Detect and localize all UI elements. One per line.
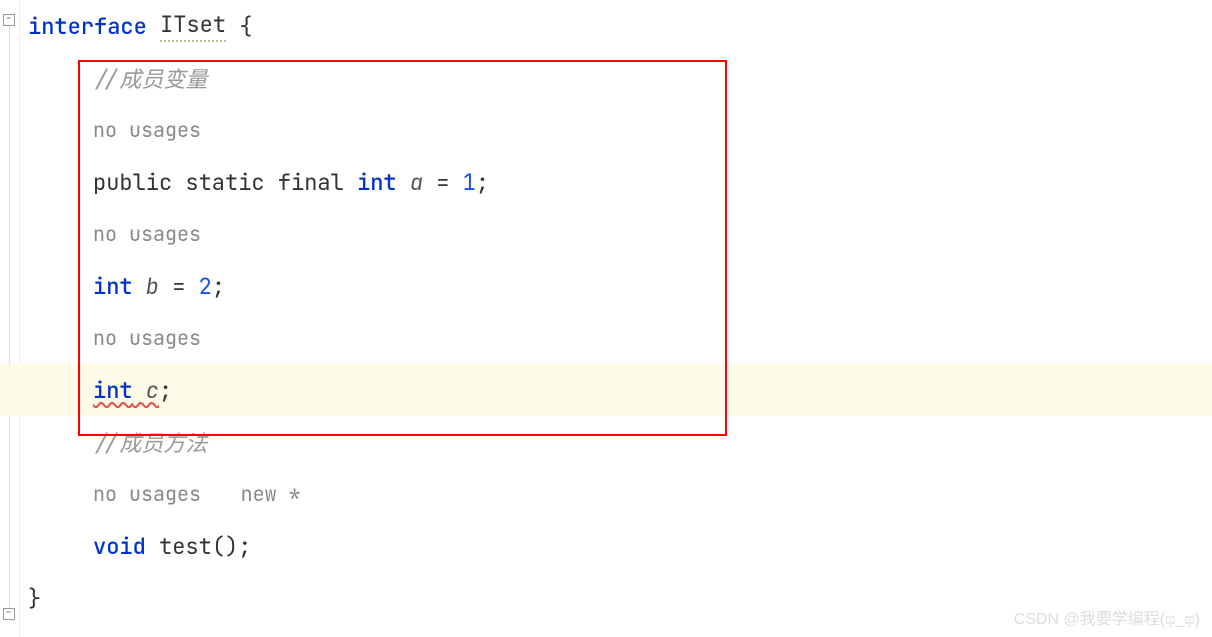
- inlay-hint[interactable]: no usages: [28, 104, 1212, 156]
- code-line-highlighted[interactable]: int c;: [0, 364, 1212, 416]
- semicolon: ;: [476, 168, 489, 197]
- inlay-hint[interactable]: no usages new *: [28, 468, 1212, 520]
- assign: =: [436, 168, 462, 197]
- type-name: ITset: [160, 10, 226, 42]
- code-editor[interactable]: interface ITset { //成员变量 no usages publi…: [28, 0, 1212, 624]
- type-int: int: [93, 376, 133, 405]
- field-name: b: [133, 272, 173, 301]
- keyword-void: void: [93, 532, 146, 561]
- comment: //成员方法: [93, 426, 207, 458]
- code-line[interactable]: void test();: [28, 520, 1212, 572]
- watermark: CSDN @我要学编程(ಥ_ಥ): [1014, 605, 1200, 629]
- field-name: c: [133, 376, 159, 405]
- number-literal: 1: [463, 168, 476, 197]
- code-line[interactable]: public static final int a = 1;: [28, 156, 1212, 208]
- fold-collapse-icon[interactable]: [3, 14, 15, 26]
- semicolon: ;: [212, 272, 225, 301]
- close-brace: }: [28, 584, 41, 613]
- field-name: a: [397, 168, 437, 197]
- semicolon: ;: [238, 532, 251, 561]
- modifiers: public static final: [93, 168, 357, 197]
- inlay-hint[interactable]: no usages: [28, 312, 1212, 364]
- number-literal: 2: [199, 272, 212, 301]
- usages-hint: no usages: [93, 481, 201, 507]
- code-line[interactable]: //成员变量: [28, 52, 1212, 104]
- semicolon: ;: [159, 376, 172, 405]
- usages-hint: no usages: [93, 117, 201, 143]
- open-brace: {: [226, 12, 252, 41]
- usages-hint: no usages: [93, 221, 201, 247]
- parens: (): [212, 532, 238, 561]
- inlay-hint[interactable]: no usages: [28, 208, 1212, 260]
- new-hint: new *: [241, 481, 301, 507]
- usages-hint: no usages: [93, 325, 201, 351]
- code-line[interactable]: int b = 2;: [28, 260, 1212, 312]
- fold-collapse-icon[interactable]: [3, 608, 15, 620]
- code-line[interactable]: //成员方法: [28, 416, 1212, 468]
- fold-line: [9, 26, 10, 608]
- type-int: int: [93, 272, 133, 301]
- code-line[interactable]: interface ITset {: [28, 0, 1212, 52]
- type-int: int: [357, 168, 397, 197]
- method-name: test: [146, 532, 212, 561]
- keyword-interface: interface: [28, 12, 147, 41]
- gutter: [0, 0, 20, 637]
- assign: =: [172, 272, 198, 301]
- comment: //成员变量: [93, 62, 207, 94]
